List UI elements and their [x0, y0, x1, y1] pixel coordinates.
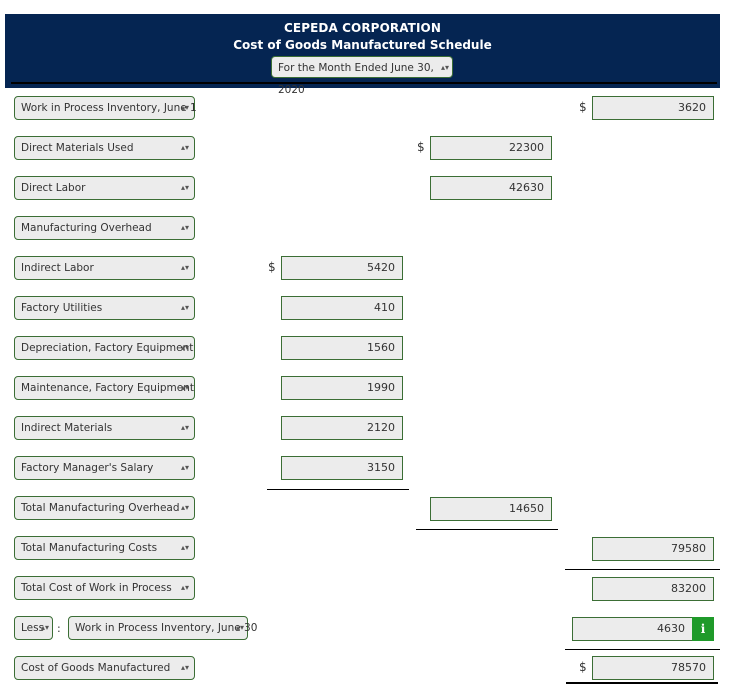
row-label-select-direct-labor[interactable]: Direct Labor ▴▾ [14, 176, 195, 200]
wip-begin-input[interactable]: 3620 [592, 96, 714, 120]
colon-separator: : [57, 622, 61, 635]
row-label-select-wip-begin[interactable]: Work in Process Inventory, June 1 ▴▾ [14, 96, 197, 120]
select-arrows-icon: ▴▾ [40, 623, 49, 632]
select-arrows-icon: ▴▾ [180, 383, 189, 392]
select-value: Direct Materials Used [21, 142, 134, 154]
direct-labor-input[interactable]: 42630 [430, 176, 552, 200]
select-arrows-icon: ▴▾ [180, 463, 189, 472]
period-select[interactable]: For the Month Ended June 30, 2020 ▴▾ [271, 56, 453, 96]
row-label-select-mfg-overhead[interactable]: Manufacturing Overhead ▴▾ [14, 216, 195, 240]
select-arrows-icon: ▴▾ [180, 423, 189, 432]
total-wip-input[interactable]: 83200 [592, 577, 714, 601]
select-value: Maintenance, Factory Equipment [21, 382, 194, 394]
select-value: Total Manufacturing Overhead [21, 502, 180, 514]
subtotal-rule [565, 649, 720, 650]
select-arrows-icon: ▴▾ [180, 143, 189, 152]
row-label-select-total-wip[interactable]: Total Cost of Work in Process ▴▾ [14, 576, 195, 600]
dm-used-input[interactable]: 22300 [430, 136, 552, 160]
dollar-sign: $ [579, 100, 587, 114]
indirect-materials-input[interactable]: 2120 [281, 416, 403, 440]
select-arrows-icon: ▴▾ [180, 663, 189, 672]
dollar-sign: $ [579, 660, 587, 674]
select-value: Indirect Materials [21, 422, 113, 434]
select-value: Direct Labor [21, 182, 86, 194]
row-label-select-wip-end[interactable]: Work in Process Inventory, June 30 ▴▾ [68, 616, 257, 640]
row-label-select-utilities[interactable]: Factory Utilities ▴▾ [14, 296, 195, 320]
select-value: Factory Manager's Salary [21, 462, 154, 474]
utilities-input[interactable]: 410 [281, 296, 403, 320]
select-arrows-icon: ▴▾ [180, 103, 189, 112]
maintenance-input[interactable]: 1990 [281, 376, 403, 400]
final-total-rule [566, 682, 718, 684]
row-label-select-depreciation[interactable]: Depreciation, Factory Equipment ▴▾ [14, 336, 195, 360]
indirect-labor-input[interactable]: 5420 [281, 256, 403, 280]
depreciation-input[interactable]: 1560 [281, 336, 403, 360]
select-arrows-icon: ▴▾ [180, 303, 189, 312]
row-label-select-dm-used[interactable]: Direct Materials Used ▴▾ [14, 136, 195, 160]
select-arrows-icon: ▴▾ [180, 543, 189, 552]
manager-salary-input[interactable]: 3150 [281, 456, 403, 480]
row-label-select-total-mfg-costs[interactable]: Total Manufacturing Costs ▴▾ [14, 536, 195, 560]
select-arrows-icon: ▴▾ [440, 63, 449, 72]
select-arrows-icon: ▴▾ [180, 503, 189, 512]
subtotal-rule [565, 569, 720, 570]
dollar-sign: $ [417, 140, 425, 154]
row-label-select-cogm[interactable]: Cost of Goods Manufactured ▴▾ [14, 656, 195, 680]
less-select[interactable]: Less ▴▾ [14, 616, 53, 640]
wip-end-input[interactable]: 4630 [572, 617, 693, 641]
row-label-select-indirect-materials[interactable]: Indirect Materials ▴▾ [14, 416, 195, 440]
select-arrows-icon: ▴▾ [180, 223, 189, 232]
header-rule [11, 82, 717, 84]
select-value: Indirect Labor [21, 262, 94, 274]
select-arrows-icon: ▴▾ [180, 343, 189, 352]
row-label-select-indirect-labor[interactable]: Indirect Labor ▴▾ [14, 256, 195, 280]
select-value: Total Manufacturing Costs [21, 542, 158, 554]
subtotal-rule [416, 529, 558, 530]
select-arrows-icon: ▴▾ [180, 183, 189, 192]
total-overhead-input[interactable]: 14650 [430, 497, 552, 521]
select-value: Work in Process Inventory, June 1 [21, 102, 197, 114]
row-label-select-total-overhead[interactable]: Total Manufacturing Overhead ▴▾ [14, 496, 195, 520]
select-arrows-icon: ▴▾ [235, 623, 244, 632]
period-select-value: For the Month Ended June 30, 2020 [278, 62, 434, 96]
subtotal-rule [267, 489, 409, 490]
row-label-select-maintenance[interactable]: Maintenance, Factory Equipment ▴▾ [14, 376, 195, 400]
select-value: Cost of Goods Manufactured [21, 662, 171, 674]
select-value: Total Cost of Work in Process [21, 582, 172, 594]
schedule-header: CEPEDA CORPORATION Cost of Goods Manufac… [5, 14, 720, 96]
select-arrows-icon: ▴▾ [180, 583, 189, 592]
dollar-sign: $ [268, 260, 276, 274]
cogm-input[interactable]: 78570 [592, 656, 714, 680]
select-value: Work in Process Inventory, June 30 [75, 622, 258, 634]
info-icon[interactable]: i [692, 617, 714, 641]
schedule-title: Cost of Goods Manufactured Schedule [233, 38, 492, 52]
select-arrows-icon: ▴▾ [180, 263, 189, 272]
select-value: Manufacturing Overhead [21, 222, 152, 234]
company-name: CEPEDA CORPORATION [284, 21, 441, 35]
total-mfg-costs-input[interactable]: 79580 [592, 537, 714, 561]
select-value: Factory Utilities [21, 302, 103, 314]
select-value: Depreciation, Factory Equipment [21, 342, 194, 354]
row-label-select-manager-salary[interactable]: Factory Manager's Salary ▴▾ [14, 456, 195, 480]
